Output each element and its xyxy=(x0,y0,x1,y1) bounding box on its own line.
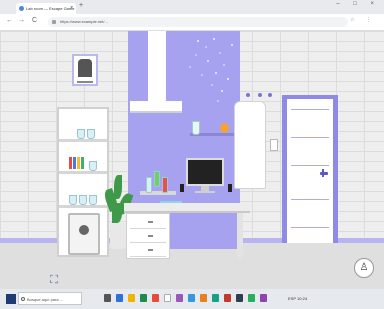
safe-dial-icon[interactable] xyxy=(79,225,89,235)
app-icon[interactable] xyxy=(152,294,159,302)
browser-extension-icons[interactable]: ☆ ⋮ xyxy=(350,17,376,23)
edge-icon[interactable] xyxy=(116,294,123,302)
tab-title: Lab room — Escape Game xyxy=(26,6,75,11)
light-switch[interactable] xyxy=(270,139,278,151)
test-tube-red[interactable] xyxy=(162,177,168,193)
flask[interactable] xyxy=(89,161,97,171)
beaker[interactable] xyxy=(192,121,200,135)
explorer-icon[interactable] xyxy=(128,294,135,302)
coat-hook xyxy=(268,93,272,97)
portrait-label xyxy=(77,81,93,83)
taskbar-search[interactable]: Busque aquí para ... xyxy=(18,292,82,305)
scientist-portrait[interactable] xyxy=(72,54,98,86)
desk-drawer[interactable] xyxy=(130,244,166,257)
coat-hook xyxy=(258,93,262,97)
drawer-knob xyxy=(148,221,153,223)
fullscreen-icon[interactable]: ⛶ xyxy=(48,274,60,286)
portrait-figure xyxy=(78,59,92,77)
app-icon[interactable] xyxy=(212,294,219,302)
door-panel-line xyxy=(291,165,329,166)
app-icon[interactable] xyxy=(140,294,147,302)
desk-drawer[interactable] xyxy=(130,230,166,243)
flask[interactable] xyxy=(79,195,87,205)
drawer-knob xyxy=(148,249,153,251)
app-icon[interactable] xyxy=(200,294,207,302)
window-controls[interactable]: – □ × xyxy=(336,1,380,7)
door-panel-line xyxy=(291,227,329,228)
search-icon xyxy=(21,297,25,301)
new-tab-button[interactable]: + xyxy=(79,2,83,9)
book[interactable] xyxy=(69,157,72,169)
app-icon[interactable] xyxy=(248,294,255,302)
safe[interactable] xyxy=(68,213,100,255)
flask[interactable] xyxy=(89,195,97,205)
address-bar[interactable]: https://www.example.net/... xyxy=(48,17,348,27)
monitor-base xyxy=(195,191,215,193)
book[interactable] xyxy=(77,157,80,169)
door-panel-line xyxy=(291,109,329,110)
lab-coat[interactable] xyxy=(234,101,266,189)
start-button[interactable] xyxy=(6,294,16,304)
chrome-icon[interactable] xyxy=(164,294,171,302)
escape-room-scene xyxy=(0,31,384,289)
door-panel-line xyxy=(291,199,329,200)
flask[interactable] xyxy=(77,129,85,139)
flask[interactable] xyxy=(69,195,77,205)
plant-pot[interactable] xyxy=(110,223,126,249)
browser-tab[interactable]: Lab room — Escape Game × xyxy=(16,3,76,14)
taskbar-search-text: Busque aquí para ... xyxy=(27,297,64,302)
reload-button[interactable]: C xyxy=(32,17,37,24)
desk-leg xyxy=(237,213,243,259)
address-text: https://www.example.net/... xyxy=(60,19,108,24)
door-panel-line xyxy=(291,137,329,138)
fume-hood-duct xyxy=(148,31,166,103)
flask[interactable] xyxy=(87,129,95,139)
leaf xyxy=(112,203,122,223)
shelf-board xyxy=(59,171,107,174)
drawer-knob xyxy=(148,235,153,237)
forward-button[interactable]: → xyxy=(18,17,25,24)
book[interactable] xyxy=(81,157,84,169)
fume-hood[interactable] xyxy=(130,101,182,113)
app-icon[interactable] xyxy=(236,294,243,302)
system-tray[interactable]: ESP 10:24 xyxy=(288,296,307,301)
test-tube-green[interactable] xyxy=(154,171,160,187)
lock-icon xyxy=(52,20,56,24)
desk-top xyxy=(124,203,250,213)
app-icon[interactable] xyxy=(260,294,267,302)
round-flask-orange[interactable] xyxy=(220,123,229,133)
desk-drawer[interactable] xyxy=(130,216,166,229)
hint-button[interactable]: ♙ xyxy=(354,258,374,278)
shelf-board xyxy=(59,205,107,208)
app-icon[interactable] xyxy=(224,294,231,302)
shelf-board xyxy=(59,139,107,142)
close-tab-icon[interactable]: × xyxy=(70,3,73,14)
app-icon[interactable] xyxy=(188,294,195,302)
computer-monitor[interactable] xyxy=(186,158,224,186)
favicon-icon xyxy=(19,6,24,11)
door-handle[interactable] xyxy=(320,172,328,175)
leaf xyxy=(114,175,122,199)
book[interactable] xyxy=(73,157,76,169)
test-tube[interactable] xyxy=(146,177,152,193)
desk-drawer-unit xyxy=(126,213,170,259)
bookshelf xyxy=(57,107,109,257)
app-icon[interactable] xyxy=(176,294,183,302)
task-view-icon[interactable] xyxy=(104,294,111,302)
speaker-right[interactable] xyxy=(228,184,232,192)
exit-door[interactable] xyxy=(287,99,333,243)
speaker-left[interactable] xyxy=(180,184,184,192)
back-button[interactable]: ← xyxy=(6,17,13,24)
coat-hook xyxy=(246,93,250,97)
